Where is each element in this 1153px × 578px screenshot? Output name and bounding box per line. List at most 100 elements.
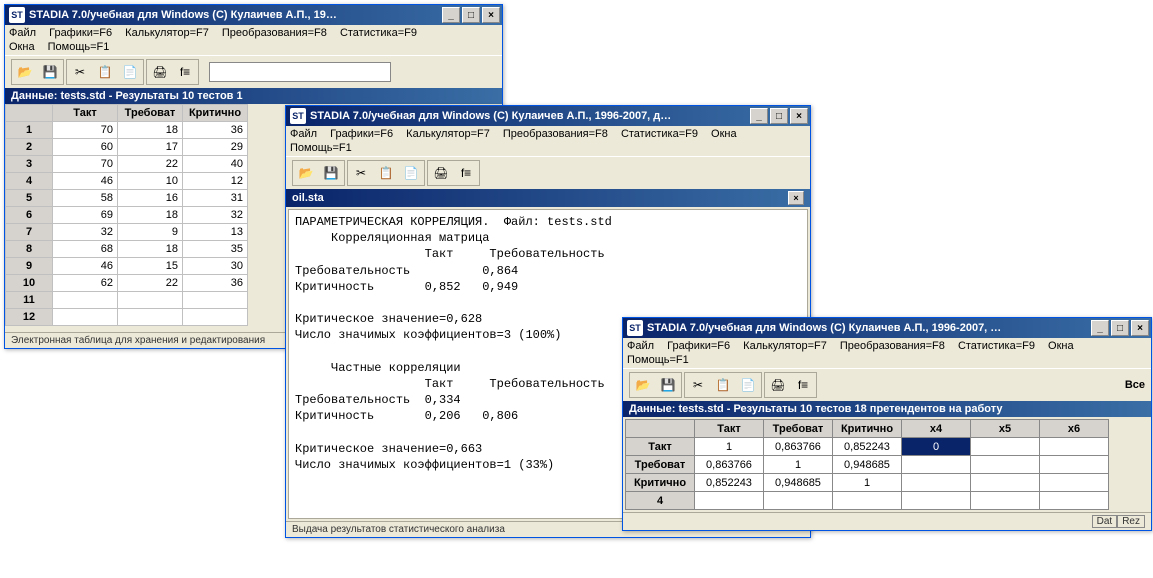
cell[interactable]: 58 xyxy=(53,190,118,207)
column-header[interactable]: Такт xyxy=(695,420,764,438)
cell[interactable]: 32 xyxy=(183,207,248,224)
cell[interactable]: 10 xyxy=(118,173,183,190)
menu-graph[interactable]: Графики=F6 xyxy=(667,340,730,352)
column-header[interactable] xyxy=(6,105,53,122)
cell[interactable]: 1 xyxy=(833,474,902,492)
menu-file[interactable]: Файл xyxy=(290,128,317,140)
cell[interactable]: 18 xyxy=(118,207,183,224)
minimize-button[interactable]: _ xyxy=(750,108,768,124)
maximize-button[interactable]: □ xyxy=(1111,320,1129,336)
cell[interactable]: 31 xyxy=(183,190,248,207)
titlebar[interactable]: ST STADIA 7.0/учебная для Windows (C) Ку… xyxy=(5,5,502,25)
cell[interactable] xyxy=(971,492,1040,510)
cell[interactable] xyxy=(764,492,833,510)
row-header[interactable]: 5 xyxy=(6,190,53,207)
row-header[interactable]: 7 xyxy=(6,224,53,241)
cell[interactable]: 62 xyxy=(53,275,118,292)
open-icon[interactable]: 📂 xyxy=(294,162,318,184)
cell[interactable]: 30 xyxy=(183,258,248,275)
cell[interactable]: 70 xyxy=(53,156,118,173)
cell[interactable]: 1 xyxy=(695,438,764,456)
cell[interactable] xyxy=(1040,492,1109,510)
column-header[interactable]: Такт xyxy=(53,105,118,122)
cell[interactable] xyxy=(902,474,971,492)
column-header[interactable]: Критично xyxy=(833,420,902,438)
cell[interactable] xyxy=(1040,474,1109,492)
cell[interactable] xyxy=(833,492,902,510)
maximize-button[interactable]: □ xyxy=(462,7,480,23)
print-icon[interactable]: 🖨 xyxy=(766,374,790,396)
menu-transform[interactable]: Преобразования=F8 xyxy=(840,340,945,352)
cell[interactable] xyxy=(971,456,1040,474)
row-header[interactable]: 4 xyxy=(6,173,53,190)
cell[interactable]: 69 xyxy=(53,207,118,224)
titlebar[interactable]: ST STADIA 7.0/учебная для Windows (C) Ку… xyxy=(623,318,1151,338)
cell[interactable] xyxy=(971,438,1040,456)
tab-rez[interactable]: Rez xyxy=(1117,515,1145,528)
cell[interactable]: 1 xyxy=(764,456,833,474)
cut-icon[interactable]: ✂ xyxy=(68,61,92,83)
row-header[interactable]: 3 xyxy=(6,156,53,173)
menu-graph[interactable]: Графики=F6 xyxy=(330,128,393,140)
open-icon[interactable]: 📂 xyxy=(631,374,655,396)
menu-stat[interactable]: Статистика=F9 xyxy=(340,27,417,39)
cell[interactable]: 15 xyxy=(118,258,183,275)
tab-dat[interactable]: Dat xyxy=(1092,515,1118,528)
menu-help[interactable]: Помощь=F1 xyxy=(48,41,110,53)
menu-graph[interactable]: Графики=F6 xyxy=(49,27,112,39)
save-icon[interactable]: 💾 xyxy=(319,162,343,184)
menu-help[interactable]: Помощь=F1 xyxy=(627,354,689,366)
column-header[interactable]: x6 xyxy=(1040,420,1109,438)
cut-icon[interactable]: ✂ xyxy=(686,374,710,396)
cell[interactable]: 46 xyxy=(53,173,118,190)
cell[interactable] xyxy=(902,456,971,474)
menu-transform[interactable]: Преобразования=F8 xyxy=(222,27,327,39)
cell[interactable]: 0,948685 xyxy=(833,456,902,474)
cell[interactable]: 60 xyxy=(53,139,118,156)
copy-icon[interactable]: 📋 xyxy=(93,61,117,83)
row-header[interactable]: 8 xyxy=(6,241,53,258)
correlation-grid[interactable]: ТактТребоватКритичноx4x5x6Такт10,8637660… xyxy=(625,419,1109,510)
doc-close-icon[interactable]: × xyxy=(788,191,804,205)
cell[interactable]: 0,852243 xyxy=(695,474,764,492)
menu-file[interactable]: Файл xyxy=(627,340,654,352)
row-header[interactable]: 1 xyxy=(6,122,53,139)
row-header[interactable]: 2 xyxy=(6,139,53,156)
row-header[interactable]: Требоват xyxy=(626,456,695,474)
cell[interactable]: 22 xyxy=(118,156,183,173)
cell[interactable] xyxy=(183,309,248,326)
column-header[interactable]: Критично xyxy=(183,105,248,122)
cell[interactable]: 0 xyxy=(902,438,971,456)
cell[interactable]: 18 xyxy=(118,241,183,258)
cell[interactable]: 68 xyxy=(53,241,118,258)
cell[interactable]: 16 xyxy=(118,190,183,207)
copy-icon[interactable]: 📋 xyxy=(374,162,398,184)
paste-icon[interactable]: 📄 xyxy=(736,374,760,396)
column-header[interactable] xyxy=(626,420,695,438)
maximize-button[interactable]: □ xyxy=(770,108,788,124)
print-icon[interactable]: 🖨 xyxy=(148,61,172,83)
row-header[interactable]: Критично xyxy=(626,474,695,492)
menu-help[interactable]: Помощь=F1 xyxy=(290,142,352,154)
menu-windows[interactable]: Окна xyxy=(9,41,35,53)
menu-calc[interactable]: Калькулятор=F7 xyxy=(125,27,209,39)
print-icon[interactable]: 🖨 xyxy=(429,162,453,184)
save-icon[interactable]: 💾 xyxy=(656,374,680,396)
column-header[interactable]: Требоват xyxy=(764,420,833,438)
copy-icon[interactable]: 📋 xyxy=(711,374,735,396)
cell[interactable] xyxy=(118,309,183,326)
func-icon[interactable]: f≡ xyxy=(454,162,478,184)
cell[interactable]: 32 xyxy=(53,224,118,241)
cell[interactable] xyxy=(53,309,118,326)
titlebar[interactable]: ST STADIA 7.0/учебная для Windows (C) Ку… xyxy=(286,106,810,126)
menu-stat[interactable]: Статистика=F9 xyxy=(958,340,1035,352)
cut-icon[interactable]: ✂ xyxy=(349,162,373,184)
cell[interactable]: 36 xyxy=(183,275,248,292)
row-header[interactable]: Такт xyxy=(626,438,695,456)
paste-icon[interactable]: 📄 xyxy=(399,162,423,184)
paste-icon[interactable]: 📄 xyxy=(118,61,142,83)
menu-calc[interactable]: Калькулятор=F7 xyxy=(743,340,827,352)
close-button[interactable]: × xyxy=(790,108,808,124)
cell[interactable] xyxy=(53,292,118,309)
cell[interactable]: 0,852243 xyxy=(833,438,902,456)
